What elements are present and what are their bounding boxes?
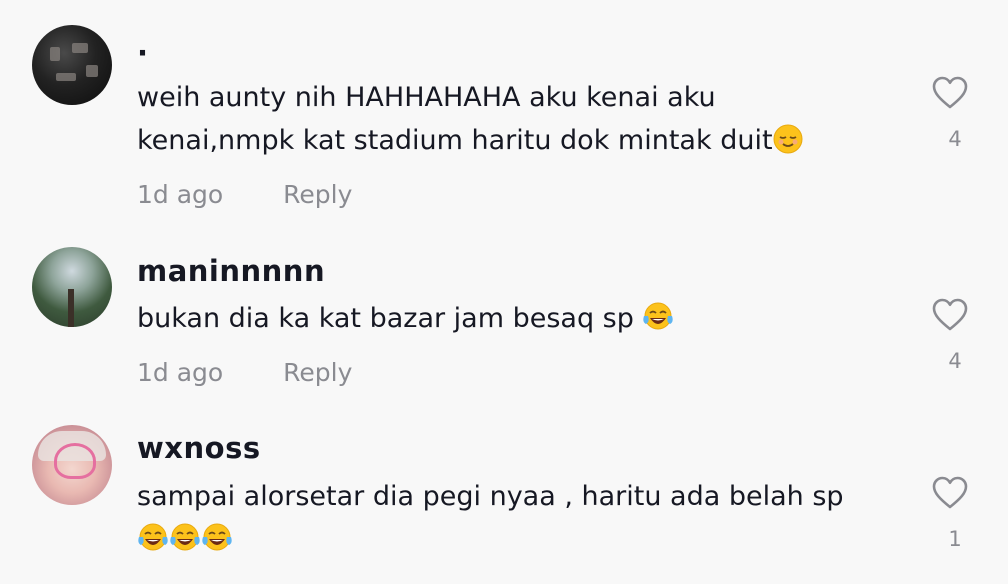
avatar[interactable] xyxy=(32,25,112,105)
avatar[interactable] xyxy=(32,425,112,505)
like-count: 4 xyxy=(948,349,962,373)
comment-text-line: weih aunty nih HAHHAHAHA aku kenai aku xyxy=(137,82,716,113)
like-button[interactable] xyxy=(930,298,970,332)
username[interactable]: wxnoss xyxy=(137,431,261,465)
reply-button[interactable]: Reply xyxy=(283,180,352,209)
comment-text-line: sampai alorsetar dia pegi nyaa , haritu … xyxy=(137,481,844,512)
like-button[interactable] xyxy=(930,76,970,110)
avatar[interactable] xyxy=(32,247,112,327)
tears-of-joy-emoji-icon xyxy=(202,523,232,551)
comment-timestamp: 1d ago xyxy=(137,180,224,209)
comment-meta: 1d ago Reply xyxy=(137,358,352,388)
tears-of-joy-emoji-icon xyxy=(138,523,168,551)
username[interactable]: · xyxy=(137,36,149,70)
emoji-row xyxy=(137,518,897,558)
comment-text: sampai alorsetar dia pegi nyaa , haritu … xyxy=(137,475,897,558)
comment-meta: 1d ago Reply xyxy=(137,180,352,210)
comment-text-span: bukan dia ka kat bazar jam besaq sp xyxy=(137,303,643,334)
reply-button[interactable]: Reply xyxy=(283,358,352,387)
like-count: 1 xyxy=(948,527,962,551)
relieved-face-emoji-icon xyxy=(773,124,803,154)
tears-of-joy-emoji-icon xyxy=(170,523,200,551)
username[interactable]: maninnnnn xyxy=(137,254,325,288)
like-count: 4 xyxy=(948,127,962,151)
heart-icon xyxy=(932,476,968,509)
like-button[interactable] xyxy=(930,476,970,510)
heart-icon xyxy=(932,76,968,109)
comment-text-span: kenai,nmpk kat stadium haritu dok mintak… xyxy=(137,125,773,156)
comment-timestamp: 1d ago xyxy=(137,358,224,387)
comment-text: bukan dia ka kat bazar jam besaq sp xyxy=(137,297,897,340)
comment-text-line: kenai,nmpk kat stadium haritu dok mintak… xyxy=(137,119,897,162)
comment-text: weih aunty nih HAHHAHAHA aku kenai aku k… xyxy=(137,76,897,162)
tears-of-joy-emoji-icon xyxy=(643,302,674,330)
heart-icon xyxy=(932,298,968,331)
